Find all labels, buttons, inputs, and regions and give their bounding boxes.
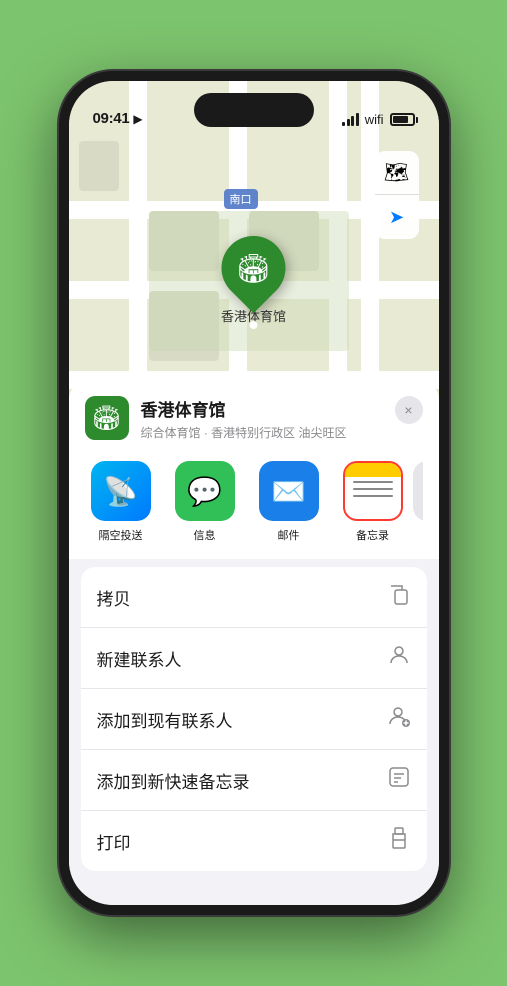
location-button[interactable]: ➤ bbox=[375, 195, 419, 239]
venue-icon-emoji: 🏟 bbox=[91, 404, 121, 433]
notes-label: 备忘录 bbox=[356, 527, 389, 543]
notes-lines bbox=[353, 481, 393, 497]
action-label-copy: 拷贝 bbox=[97, 585, 131, 610]
status-icons: wifi bbox=[342, 112, 414, 127]
venue-info: 香港体育馆 综合体育馆 · 香港特别行政区 油尖旺区 bbox=[141, 396, 383, 441]
notes-line-2 bbox=[353, 488, 393, 490]
new-contact-icon bbox=[387, 643, 411, 673]
quick-note-icon bbox=[387, 765, 411, 795]
signal-bar-3 bbox=[351, 116, 354, 126]
share-item-mail[interactable]: ✉️ 邮件 bbox=[253, 461, 325, 543]
mail-label: 邮件 bbox=[278, 527, 300, 543]
action-label-new-contact: 新建联系人 bbox=[97, 646, 182, 671]
notes-line-1 bbox=[353, 481, 393, 483]
action-label-quick-note: 添加到新快速备忘录 bbox=[97, 768, 250, 793]
venue-close-button[interactable]: × bbox=[395, 396, 423, 424]
pin-circle: 🏟 bbox=[208, 223, 299, 314]
bottom-sheet: 🏟 香港体育馆 综合体育馆 · 香港特别行政区 油尖旺区 × bbox=[69, 380, 439, 905]
mail-symbol: ✉️ bbox=[271, 475, 306, 508]
action-label-print: 打印 bbox=[97, 829, 131, 854]
action-list: 拷贝 新建联系人 bbox=[81, 567, 427, 871]
venue-emoji: 🏟 bbox=[236, 252, 272, 285]
pin-inner: 🏟 bbox=[227, 242, 279, 294]
action-item-copy[interactable]: 拷贝 bbox=[81, 567, 427, 628]
airdrop-label: 隔空投送 bbox=[99, 527, 143, 543]
action-item-quick-note[interactable]: 添加到新快速备忘录 bbox=[81, 750, 427, 811]
share-item-airdrop[interactable]: 📡 隔空投送 bbox=[85, 461, 157, 543]
action-item-new-contact[interactable]: 新建联系人 bbox=[81, 628, 427, 689]
mail-icon: ✉️ bbox=[259, 461, 319, 521]
messages-symbol: 💬 bbox=[187, 475, 222, 508]
add-contact-icon bbox=[387, 704, 411, 734]
messages-label: 信息 bbox=[194, 527, 216, 543]
battery-icon bbox=[390, 113, 415, 126]
more-icon bbox=[413, 461, 423, 521]
south-gate-label: 南口 bbox=[224, 189, 258, 209]
signal-bar-1 bbox=[342, 122, 345, 126]
phone-frame: 09:41 ▶ wifi bbox=[59, 71, 449, 915]
location-pin: 🏟 香港体育馆 bbox=[221, 236, 286, 325]
share-actions-row: 📡 隔空投送 💬 信息 ✉️ bbox=[85, 457, 423, 559]
signal-bars bbox=[342, 113, 359, 126]
share-item-notes[interactable]: 备忘录 bbox=[337, 461, 409, 543]
airdrop-icon: 📡 bbox=[91, 461, 151, 521]
notes-top-bar bbox=[345, 463, 401, 477]
map-block-4 bbox=[79, 141, 119, 191]
print-icon bbox=[387, 826, 411, 856]
share-item-messages[interactable]: 💬 信息 bbox=[169, 461, 241, 543]
pin-dot bbox=[249, 321, 257, 329]
notes-icon bbox=[343, 461, 403, 521]
airdrop-symbol: 📡 bbox=[103, 475, 138, 508]
venue-name: 香港体育馆 bbox=[141, 396, 383, 421]
messages-icon: 💬 bbox=[175, 461, 235, 521]
share-item-more[interactable] bbox=[421, 461, 423, 543]
action-label-add-contact: 添加到现有联系人 bbox=[97, 707, 233, 732]
battery-fill bbox=[393, 116, 408, 123]
venue-subtitle: 综合体育馆 · 香港特别行政区 油尖旺区 bbox=[141, 424, 383, 441]
map-view-button[interactable]: 🗺 bbox=[375, 151, 419, 195]
action-item-print[interactable]: 打印 bbox=[81, 811, 427, 871]
venue-icon: 🏟 bbox=[85, 396, 129, 440]
action-item-add-contact[interactable]: 添加到现有联系人 bbox=[81, 689, 427, 750]
location-arrow-map-icon: ➤ bbox=[389, 207, 404, 228]
signal-bar-4 bbox=[356, 113, 359, 126]
wifi-icon: wifi bbox=[365, 112, 384, 127]
dynamic-island bbox=[194, 93, 314, 127]
copy-icon bbox=[387, 582, 411, 612]
venue-card: 🏟 香港体育馆 综合体育馆 · 香港特别行政区 油尖旺区 × bbox=[69, 380, 439, 559]
map-controls: 🗺 ➤ bbox=[375, 151, 419, 239]
location-arrow-icon: ▶ bbox=[133, 112, 142, 126]
phone-screen: 09:41 ▶ wifi bbox=[69, 81, 439, 905]
signal-bar-2 bbox=[347, 119, 350, 126]
notes-line-3 bbox=[353, 495, 393, 497]
venue-header: 🏟 香港体育馆 综合体育馆 · 香港特别行政区 油尖旺区 × bbox=[85, 396, 423, 441]
status-time: 09:41 bbox=[93, 110, 130, 127]
